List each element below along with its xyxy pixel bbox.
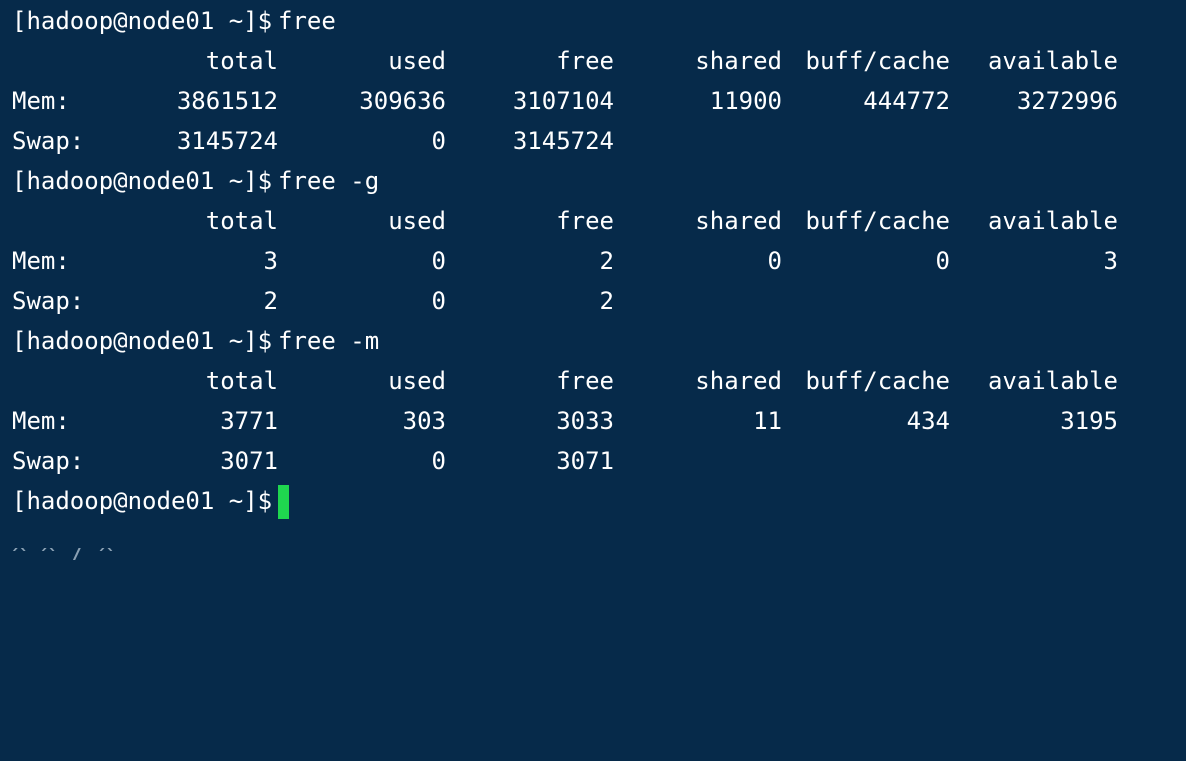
command-text: free -g: [278, 167, 380, 195]
cell-buff-cache: 444772: [863, 87, 950, 115]
cell-total: 3861512: [176, 87, 278, 115]
header-total: total: [205, 47, 278, 75]
row-label: Swap:: [12, 287, 85, 315]
header-free: free: [556, 47, 614, 75]
command-text: free -m: [278, 327, 380, 355]
cell-used: 0: [431, 447, 446, 475]
header-total: total: [205, 207, 278, 235]
cell-buff-cache: 434: [906, 407, 950, 435]
cell-available: 3195: [1060, 407, 1118, 435]
command-line: [hadoop@node01 ~]$ free -g: [0, 161, 1186, 201]
cell-available: 3272996: [1016, 87, 1118, 115]
cell-free: 2: [599, 247, 614, 275]
cell-used: 0: [431, 127, 446, 155]
header-buff-cache: buff/cache: [805, 367, 951, 395]
partial-next-line: ^ ^ / ^ ): [12, 548, 132, 560]
row-label: Swap:: [12, 127, 85, 155]
cell-free: 2: [599, 287, 614, 315]
header-used: used: [388, 47, 446, 75]
cell-buff-cache: 0: [935, 247, 950, 275]
table-row-swap: Swap: 3145724 0 3145724: [0, 121, 1186, 161]
row-label: Mem:: [12, 247, 70, 275]
active-command-line[interactable]: [hadoop@node01 ~]$: [0, 481, 1186, 521]
command-text: free: [278, 7, 336, 35]
header-shared: shared: [695, 207, 782, 235]
cell-free: 3033: [556, 407, 614, 435]
row-label: Mem:: [12, 87, 70, 115]
cell-total: 3: [263, 247, 278, 275]
terminal-window[interactable]: [hadoop@node01 ~]$ free total used free …: [0, 0, 1186, 560]
cell-shared: 11900: [709, 87, 782, 115]
header-used: used: [388, 207, 446, 235]
header-total: total: [205, 367, 278, 395]
header-available: available: [987, 207, 1118, 235]
command-line: [hadoop@node01 ~]$ free: [0, 1, 1186, 41]
cell-free: 3071: [556, 447, 614, 475]
table-header: total used free shared buff/cache availa…: [0, 41, 1186, 81]
cell-used: 0: [431, 287, 446, 315]
header-available: available: [987, 47, 1118, 75]
table-row-mem: Mem: 3771 303 3033 11 434 3195: [0, 401, 1186, 441]
header-buff-cache: buff/cache: [805, 47, 951, 75]
cell-used: 0: [431, 247, 446, 275]
header-available: available: [987, 367, 1118, 395]
cell-total: 3071: [220, 447, 278, 475]
table-header: total used free shared buff/cache availa…: [0, 201, 1186, 241]
cell-shared: 11: [753, 407, 782, 435]
header-free: free: [556, 207, 614, 235]
cell-used: 303: [402, 407, 446, 435]
table-row-swap: Swap: 3071 0 3071: [0, 441, 1186, 481]
row-label: Swap:: [12, 447, 85, 475]
shell-prompt: [hadoop@node01 ~]$: [12, 487, 273, 515]
header-used: used: [388, 367, 446, 395]
cell-total: 3771: [220, 407, 278, 435]
cell-available: 3: [1103, 247, 1118, 275]
header-free: free: [556, 367, 614, 395]
header-shared: shared: [695, 367, 782, 395]
cell-total: 3145724: [176, 127, 278, 155]
header-shared: shared: [695, 47, 782, 75]
shell-prompt: [hadoop@node01 ~]$: [12, 7, 273, 35]
table-row-mem: Mem: 3 0 2 0 0 3: [0, 241, 1186, 281]
shell-prompt: [hadoop@node01 ~]$: [12, 167, 273, 195]
table-row-mem: Mem: 3861512 309636 3107104 11900 444772…: [0, 81, 1186, 121]
row-label: Mem:: [12, 407, 70, 435]
cell-free: 3107104: [512, 87, 614, 115]
cell-shared: 0: [767, 247, 782, 275]
header-buff-cache: buff/cache: [805, 207, 951, 235]
shell-prompt: [hadoop@node01 ~]$: [12, 327, 273, 355]
partial-line-text: ^ ^ / ^ ): [12, 548, 132, 560]
cell-free: 3145724: [512, 127, 614, 155]
cell-used: 309636: [359, 87, 446, 115]
table-row-swap: Swap: 2 0 2: [0, 281, 1186, 321]
command-line: [hadoop@node01 ~]$ free -m: [0, 321, 1186, 361]
text-cursor: [278, 485, 289, 519]
cell-total: 2: [263, 287, 278, 315]
table-header: total used free shared buff/cache availa…: [0, 361, 1186, 401]
